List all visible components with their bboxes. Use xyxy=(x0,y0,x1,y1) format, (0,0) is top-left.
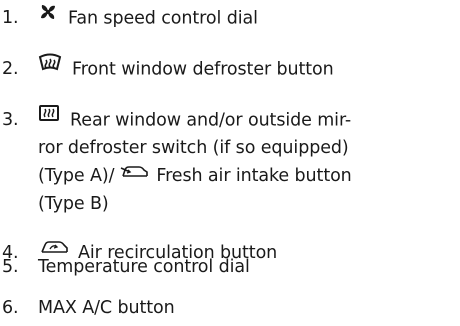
item-label: MAX A/C button xyxy=(38,298,175,318)
item-line-2: ror defroster switch (if so equipped) xyxy=(38,138,349,158)
item-body: Front window defroster button xyxy=(38,53,458,84)
item-label: Temperature control dial xyxy=(38,257,250,277)
item-line-3: (Type A)/ Fresh air intake button xyxy=(38,162,460,190)
fan-icon xyxy=(38,2,58,31)
item-number: 5. xyxy=(2,257,19,277)
item-label-line-1: Rear window and/or outside mir- xyxy=(70,110,352,131)
fresh-air-intake-icon xyxy=(120,160,150,188)
item-body: Rear window and/or outside mir- xyxy=(38,104,458,134)
item-body: MAX A/C button xyxy=(38,294,458,322)
item-number: 6. xyxy=(2,298,19,318)
item-label: Fan speed control dial xyxy=(68,8,258,29)
item-body: Fan speed control dial xyxy=(38,4,458,33)
rear-defroster-icon xyxy=(38,104,60,133)
item-label-fresh-air: Fresh air intake button xyxy=(156,166,352,186)
item-number: 3. xyxy=(2,110,19,130)
item-label: Front window defroster button xyxy=(72,59,334,80)
item-line-1: Rear window and/or outside mir- xyxy=(38,104,458,134)
item-body: Temperature control dial xyxy=(38,253,458,281)
front-defroster-icon xyxy=(38,53,62,82)
item-line-4: (Type B) xyxy=(38,194,109,214)
item-number: 1. xyxy=(2,8,19,28)
item-number: 2. xyxy=(2,59,19,79)
item-label-type-a: (Type A)/ xyxy=(38,166,115,186)
